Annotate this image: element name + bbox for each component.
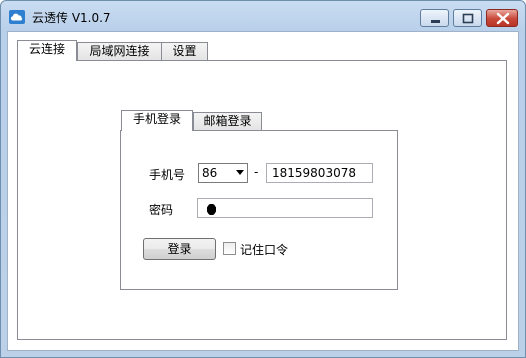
login-button[interactable]: 登录 xyxy=(143,238,216,260)
tab-label: 邮箱登录 xyxy=(203,114,252,128)
cloud-app-icon xyxy=(9,10,25,24)
close-icon xyxy=(496,12,510,25)
maximize-button[interactable] xyxy=(453,9,482,27)
tab-label: 手机登录 xyxy=(132,112,181,126)
minimize-button[interactable] xyxy=(420,9,449,27)
remember-password-label: 记住口令 xyxy=(240,243,289,257)
tab-label: 局域网连接 xyxy=(89,44,150,58)
tab-email-login[interactable]: 邮箱登录 xyxy=(193,112,262,130)
password-label: 密码 xyxy=(149,203,174,217)
tab-settings[interactable]: 设置 xyxy=(161,42,208,60)
close-button[interactable] xyxy=(486,9,518,27)
phone-input[interactable]: 18159803078 xyxy=(266,163,373,183)
country-code-select[interactable]: 86 xyxy=(198,163,248,183)
phone-label: 手机号 xyxy=(149,168,186,182)
tab-label: 云连接 xyxy=(28,42,65,56)
dash-separator: - xyxy=(254,165,259,179)
login-button-label: 登录 xyxy=(167,242,192,256)
title-bar[interactable]: 云透传 V1.0.7 xyxy=(1,1,525,31)
tab-lan-connect[interactable]: 局域网连接 xyxy=(77,42,162,60)
tab-phone-login[interactable]: 手机登录 xyxy=(121,110,193,131)
chevron-down-icon xyxy=(236,170,244,175)
maximize-icon xyxy=(462,13,474,24)
password-input[interactable] xyxy=(197,198,373,218)
tab-label: 设置 xyxy=(172,44,197,58)
remember-password-checkbox[interactable] xyxy=(223,242,236,255)
country-code-value: 86 xyxy=(202,166,218,180)
minimize-icon xyxy=(431,20,440,23)
phone-value: 18159803078 xyxy=(272,166,356,180)
tab-cloud-connect[interactable]: 云连接 xyxy=(17,40,77,61)
window-title: 云透传 V1.0.7 xyxy=(32,11,111,25)
password-dot xyxy=(207,204,216,215)
